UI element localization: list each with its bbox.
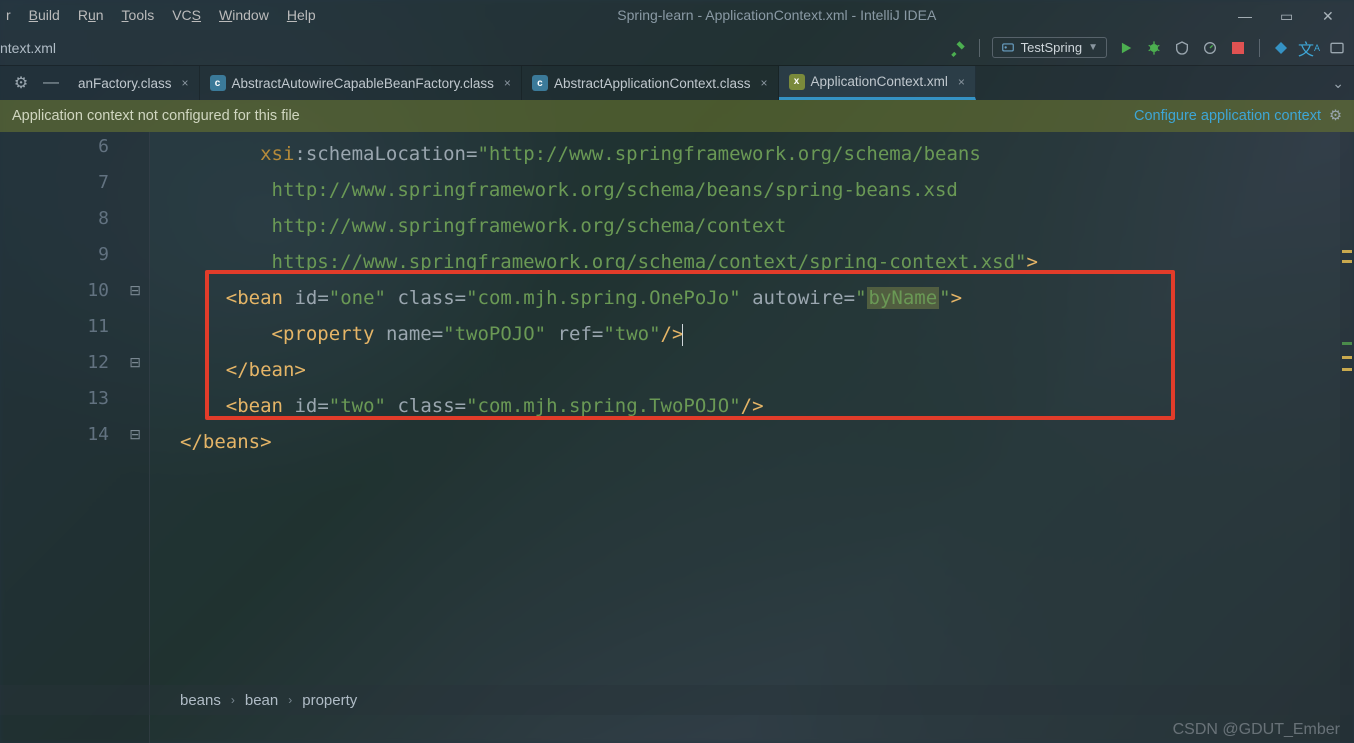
close-tab-icon[interactable]: ×	[958, 75, 965, 89]
menubar: r Build Run Tools VCS Window Help Spring…	[0, 0, 1354, 30]
line-number: 7	[59, 172, 109, 193]
warning-marker[interactable]	[1342, 260, 1352, 263]
fold-end-icon[interactable]: ⊟	[129, 426, 141, 443]
warning-marker[interactable]	[1342, 356, 1352, 359]
nav-toolbar: ntext.xml TestSpring ▼	[0, 30, 1354, 66]
menu-run[interactable]: Run	[78, 7, 104, 23]
configure-context-link[interactable]: Configure application context	[1134, 108, 1321, 124]
close-tab-icon[interactable]: ×	[182, 76, 189, 90]
close-icon[interactable]: ✕	[1322, 8, 1336, 22]
banner-gear-icon[interactable]: ⚙	[1329, 108, 1342, 124]
run-config-label: TestSpring	[1021, 40, 1082, 55]
class-file-icon: c	[532, 75, 548, 91]
coverage-icon[interactable]	[1173, 39, 1191, 57]
profiler-icon[interactable]	[1201, 39, 1219, 57]
marker-strip[interactable]	[1340, 132, 1354, 743]
menu-help[interactable]: Help	[287, 7, 316, 23]
close-tab-icon[interactable]: ×	[761, 76, 768, 90]
menu-build[interactable]: Build	[29, 7, 60, 23]
line-number: 13	[59, 388, 109, 409]
tab-applicationcontext-xml[interactable]: x ApplicationContext.xml ×	[779, 66, 976, 100]
menu-vcs[interactable]: VCS	[172, 7, 201, 23]
tab-label: ApplicationContext.xml	[811, 74, 948, 89]
line-number: 9	[59, 244, 109, 265]
window-title: Spring-learn - ApplicationContext.xml - …	[334, 7, 1220, 23]
breadcrumb-item[interactable]: bean	[245, 692, 278, 709]
editor-tabs: ⚙ — anFactory.class × c AbstractAutowire…	[0, 66, 1354, 100]
translate-icon[interactable]: 文A	[1300, 39, 1318, 57]
maximize-icon[interactable]: ▭	[1280, 8, 1294, 22]
run-tools: TestSpring ▼ 文A	[949, 37, 1346, 58]
line-number: 12	[59, 352, 109, 373]
breadcrumb-filename: ntext.xml	[0, 40, 56, 56]
line-number: 8	[59, 208, 109, 229]
line-number: 6	[59, 136, 109, 157]
menu-fragment: r	[6, 7, 11, 23]
breadcrumb-item[interactable]: property	[302, 692, 357, 709]
tab-abstractapplicationcontext[interactable]: c AbstractApplicationContext.class ×	[522, 66, 779, 100]
minimize-icon[interactable]: —	[1238, 8, 1252, 22]
line-number: 14	[59, 424, 109, 445]
run-icon[interactable]	[1117, 39, 1135, 57]
chevron-right-icon: ›	[231, 693, 235, 707]
search-everywhere-icon[interactable]	[1328, 39, 1346, 57]
tab-label: AbstractAutowireCapableBeanFactory.class	[232, 76, 494, 91]
code-editor[interactable]: 6 7 8 9 10 ⊟ 11 12 ⊟ 13 14 ⊟ xsi:schemaL…	[0, 132, 1354, 743]
breadcrumb-bar: beans › bean › property	[0, 685, 1354, 715]
chevron-right-icon: ›	[288, 693, 292, 707]
change-marker[interactable]	[1342, 342, 1352, 345]
tab-anfactory[interactable]: anFactory.class ×	[68, 66, 200, 100]
gutter: 6 7 8 9 10 ⊟ 11 12 ⊟ 13 14 ⊟	[0, 132, 150, 743]
debug-icon[interactable]	[1145, 39, 1163, 57]
close-tab-icon[interactable]: ×	[504, 76, 511, 90]
warning-marker[interactable]	[1342, 250, 1352, 253]
fold-toggle-icon[interactable]: ⊟	[129, 282, 141, 299]
run-config-icon	[1001, 41, 1015, 55]
git-icon[interactable]	[1272, 39, 1290, 57]
tab-abstractautowire[interactable]: c AbstractAutowireCapableBeanFactory.cla…	[200, 66, 522, 100]
class-file-icon: c	[210, 75, 226, 91]
warning-marker[interactable]	[1342, 368, 1352, 371]
code-content[interactable]: xsi:schemaLocation="http://www.springfra…	[180, 132, 1324, 528]
menu-window[interactable]: Window	[219, 7, 269, 23]
settings-gear-icon[interactable]: ⚙	[12, 74, 30, 92]
stop-icon[interactable]	[1229, 39, 1247, 57]
line-number: 10	[59, 280, 109, 301]
tab-label: AbstractApplicationContext.class	[554, 76, 751, 91]
line-number: 11	[59, 316, 109, 337]
xml-file-icon: x	[789, 74, 805, 90]
banner-message: Application context not configured for t…	[12, 108, 300, 124]
hide-tool-icon[interactable]: —	[42, 74, 60, 92]
window-controls: — ▭ ✕	[1238, 8, 1348, 22]
chevron-down-icon: ▼	[1088, 42, 1098, 53]
notification-banner: Application context not configured for t…	[0, 100, 1354, 132]
fold-end-icon[interactable]: ⊟	[129, 354, 141, 371]
run-configuration-dropdown[interactable]: TestSpring ▼	[992, 37, 1107, 58]
menu-tools[interactable]: Tools	[122, 7, 155, 23]
chevron-down-icon[interactable]: ⌄	[1332, 75, 1344, 92]
build-icon[interactable]	[949, 39, 967, 57]
breadcrumb-item[interactable]: beans	[180, 692, 221, 709]
tab-label: anFactory.class	[78, 76, 172, 91]
